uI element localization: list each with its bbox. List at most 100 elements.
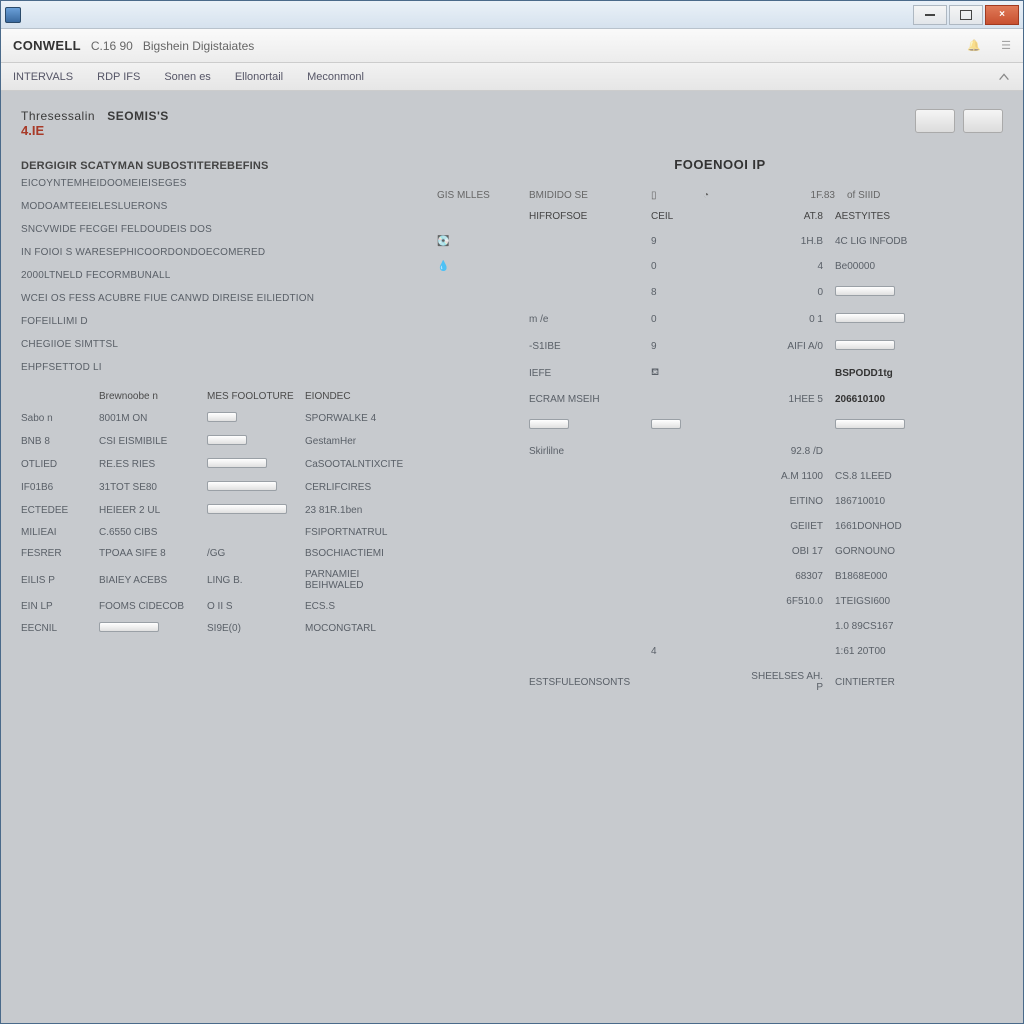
bar-icon — [835, 286, 895, 296]
rt-cell: m /e — [529, 314, 639, 325]
rt-hdr-1: HIFROFSOE — [529, 211, 639, 222]
rt-cell: 9 — [651, 341, 731, 352]
right-table: HIFROFSOE CEIL AT.8 AESTYITES 💽 9 1H.B 4… — [437, 211, 1003, 693]
param-item: MODOAMTEEIELESLUERONS — [21, 201, 411, 212]
bar-icon — [207, 458, 267, 468]
left-table: Brewnoobe n MES FOOLOTURE EIONDEC Sabo n… — [21, 391, 411, 635]
tool-item-1[interactable]: RDP IFS — [97, 71, 140, 83]
rt-cell: 206610100 — [835, 394, 935, 405]
rt-cell: 1H.B — [743, 236, 823, 247]
lt-cell: O II S — [207, 601, 297, 612]
lt-cell: BNB 8 — [21, 436, 91, 447]
brand-title: CONWELL — [13, 38, 81, 53]
param-item: SNCVWIDE FECGEI FELDOUDEIS DOS — [21, 224, 411, 235]
lt-cell: EECNIL — [21, 623, 91, 634]
param-item: FOFEILLIMI D — [21, 316, 411, 327]
rt-cell: GORNOUNO — [835, 546, 935, 557]
window-minimize-button[interactable] — [913, 5, 947, 25]
lt-cell: LING B. — [207, 575, 297, 586]
lt-hdr-2: MES FOOLOTURE — [207, 391, 297, 402]
param-item: EHPFSETTOD LI — [21, 362, 411, 373]
lt-cell: IF01B6 — [21, 482, 91, 493]
lt-cell: 8001M ON — [99, 413, 199, 424]
rt-hdr-3: AT.8 — [743, 211, 823, 222]
content-area: Thresessalin SEOMIS'S 4.IE DERGIGIR SCAT… — [1, 91, 1023, 1023]
canister-icon: ▯ — [651, 190, 691, 201]
bell-icon[interactable]: 🔔 — [967, 39, 981, 52]
bar-icon — [207, 435, 247, 445]
lt-cell — [207, 458, 297, 471]
rt-cell: 4C LIG INFODB — [835, 236, 935, 247]
right-column: FOOENOOI IP GIS MLLES BMIDIDO SE ▯ ◔ 1F.… — [437, 109, 1003, 1023]
rt-cell: B1868E000 — [835, 571, 935, 582]
lt-cell: GestamHer — [305, 436, 411, 447]
lt-cell: EILIS P — [21, 575, 91, 586]
rt-cell: 1.0 89CS167 — [835, 621, 935, 632]
tool-item-4[interactable]: Meconmonl — [307, 71, 364, 83]
rt-cell: AIFI A/0 — [743, 341, 823, 352]
lt-cell: 23 81R.1ben — [305, 505, 411, 516]
lt-cell — [207, 412, 297, 425]
menu-icon[interactable]: ☰ — [1001, 39, 1011, 52]
rt-cell: SHEELSES AH. P — [743, 671, 823, 693]
page-title-b: SEOMIS'S — [107, 109, 169, 123]
param-list: EICOYNTEMHEIDOOMEIEISEGES MODOAMTEEIELES… — [21, 178, 411, 373]
bar-icon — [835, 340, 895, 350]
rt-cell: BSPODD1tg — [835, 368, 935, 379]
tool-item-0[interactable]: INTERVALS — [13, 71, 73, 83]
chevron-up-icon[interactable] — [997, 70, 1011, 84]
lt-cell — [207, 435, 297, 448]
rt-cell: CS.8 1LEED — [835, 471, 935, 482]
lt-cell — [99, 622, 199, 635]
bar-icon — [207, 481, 277, 491]
toolstrip: INTERVALS RDP IFS Sonen es Ellonortail M… — [1, 63, 1023, 91]
page-title-a: Thresessalin — [21, 109, 95, 123]
rt-cell: ECRAM MSEIH — [529, 394, 639, 405]
rt-cell: 1TEIGSI600 — [835, 596, 935, 607]
rt-cell: IEFE — [529, 368, 639, 379]
rt-cell: 4 — [743, 261, 823, 272]
rt-cell: 1HEE 5 — [743, 394, 823, 405]
lt-cell: FESRER — [21, 548, 91, 559]
cup-icon: ⛾ — [651, 367, 659, 378]
lt-cell: BIAIEY ACEBS — [99, 575, 199, 586]
lt-cell: BSOCHIACTIEMI — [305, 548, 411, 559]
bar-icon — [835, 313, 905, 323]
tool-item-3[interactable]: Ellonortail — [235, 71, 283, 83]
param-item: 2000LTNELD FECORMBUNALL — [21, 270, 411, 281]
param-item: IN FOIOI S WARESEPHICOORDONDOECOMERED — [21, 247, 411, 258]
param-item: WCEI OS FESS ACUBRE FIUE CANWD DIREISE E… — [21, 293, 411, 304]
lt-hdr-3: EIONDEC — [305, 391, 411, 402]
lt-cell: RE.ES RIES — [99, 459, 199, 470]
lt-cell: OTLIED — [21, 459, 91, 470]
rt-cell: 92.8 /D — [743, 446, 823, 457]
left-column: Thresessalin SEOMIS'S 4.IE DERGIGIR SCAT… — [21, 109, 411, 1023]
lt-cell: FSIPORTNATRUL — [305, 527, 411, 538]
window-close-button[interactable]: × — [985, 5, 1019, 25]
rt-cell — [529, 419, 639, 432]
lt-cell: 31TOT SE80 — [99, 482, 199, 493]
rt-cell: A.M 1100 — [743, 471, 823, 482]
brand-subtitle: Bigshein Digistaiates — [143, 39, 254, 53]
brand-suffix: C.16 90 — [91, 39, 133, 53]
rt-cell — [651, 419, 731, 432]
rt-cell: EITINO — [743, 496, 823, 507]
lt-cell: ECS.S — [305, 601, 411, 612]
rt-cell: GEIIET — [743, 521, 823, 532]
rt-cell: 1661DONHOD — [835, 521, 935, 532]
app-sysicon — [5, 7, 21, 23]
window-maximize-button[interactable] — [949, 5, 983, 25]
bar-icon — [207, 504, 287, 514]
rt-cell: 0 — [651, 314, 731, 325]
lt-cell: FOOMS CIDECOB — [99, 601, 199, 612]
gauge-icon: ◔ — [703, 190, 743, 201]
rt-cell: CINTIERTER — [835, 677, 935, 688]
rt-cell: 0 1 — [743, 314, 823, 325]
rt-cell — [835, 313, 935, 326]
tool-item-2[interactable]: Sonen es — [164, 71, 210, 83]
tr-e: 1F.83 — [755, 190, 835, 201]
rt-cell: 186710010 — [835, 496, 935, 507]
app-header: CONWELL C.16 90 Bigshein Digistaiates 🔔 … — [1, 29, 1023, 63]
rt-cell: 8 — [651, 287, 731, 298]
lt-cell: C.6550 CIBS — [99, 527, 199, 538]
